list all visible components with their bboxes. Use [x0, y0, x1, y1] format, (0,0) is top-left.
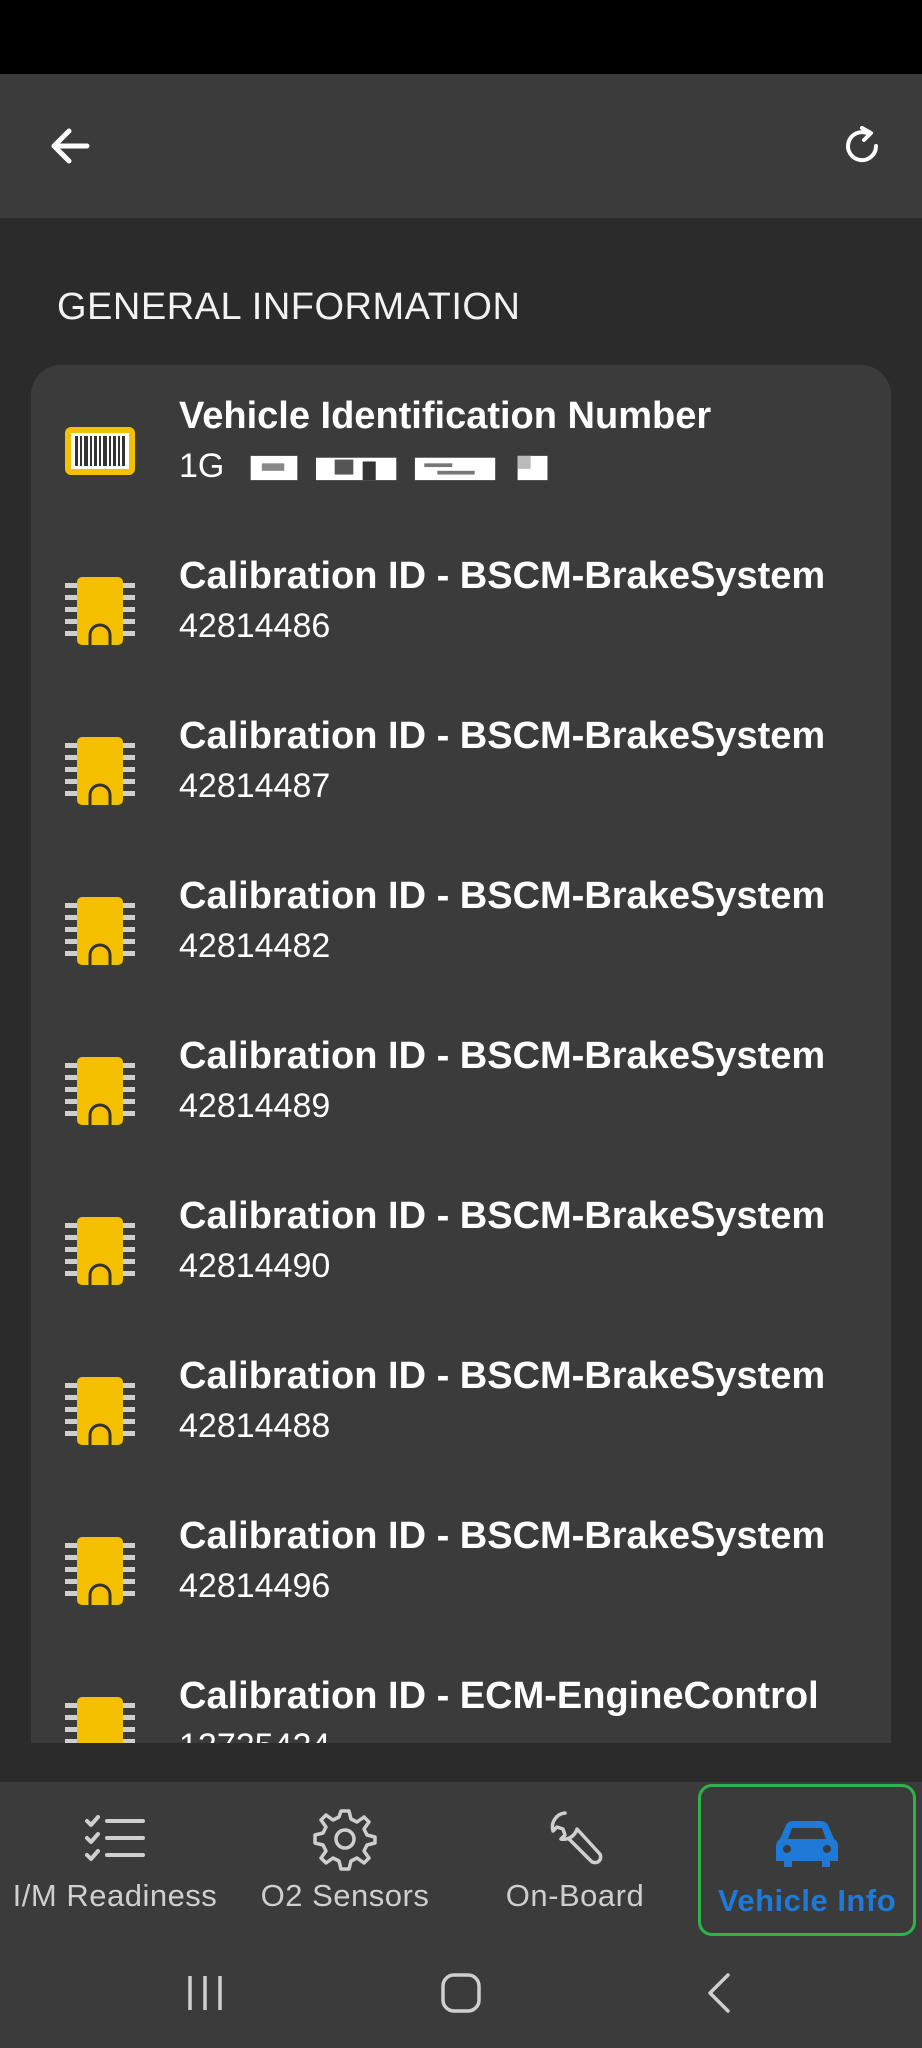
section-title: GENERAL INFORMATION: [57, 286, 521, 328]
item-value: 42814486: [179, 607, 331, 645]
item-value: 42814490: [179, 1247, 331, 1285]
chip-icon: [65, 1217, 135, 1285]
general-info-card: Vehicle Identification Number 1G Calibra…: [31, 365, 891, 1743]
item-value: 42814496: [179, 1567, 331, 1605]
chevron-left-icon: [708, 1973, 730, 2013]
arrow-back-icon: [51, 128, 90, 164]
barcode-icon: [65, 427, 135, 475]
nav-vehicle-info[interactable]: Vehicle Info: [698, 1784, 916, 1936]
item-title: Calibration ID - BSCM-BrakeSystem: [179, 715, 826, 757]
list-item-calibration[interactable]: Calibration ID - BSCM-BrakeSystem 428144…: [31, 1485, 891, 1645]
item-title: Calibration ID - BSCM-BrakeSystem: [179, 555, 826, 597]
home-button[interactable]: [421, 1958, 501, 2028]
item-title: Calibration ID - BSCM-BrakeSystem: [179, 875, 826, 917]
item-value: 42814488: [179, 1407, 331, 1445]
refresh-button[interactable]: [822, 106, 902, 186]
vin-title: Vehicle Identification Number: [179, 395, 712, 437]
nav-label: I/M Readiness: [12, 1878, 218, 1913]
system-back-button[interactable]: [680, 1958, 760, 2028]
gear-icon: [313, 1809, 377, 1871]
checklist-icon: [85, 1815, 145, 1861]
nav-im-readiness[interactable]: I/M Readiness: [0, 1782, 230, 1938]
item-title: Calibration ID - BSCM-BrakeSystem: [179, 1035, 826, 1077]
vin-redacted-block: [250, 455, 548, 481]
item-value: 42814482: [179, 927, 331, 965]
recent-apps-button[interactable]: [165, 1958, 245, 2028]
car-icon: [776, 1821, 838, 1867]
nav-label: Vehicle Info: [717, 1883, 897, 1918]
list-item-calibration[interactable]: Calibration ID - BSCM-BrakeSystem 428144…: [31, 1005, 891, 1165]
item-title: Calibration ID - BSCM-BrakeSystem: [179, 1515, 826, 1557]
refresh-icon: [846, 126, 879, 163]
chip-icon: [65, 737, 135, 805]
item-value: 42814487: [179, 767, 331, 805]
chip-icon: [65, 897, 135, 965]
item-value: 12725424: [179, 1727, 330, 1743]
recent-apps-icon: [188, 1976, 222, 2010]
vin-value: 1G: [179, 447, 560, 486]
chip-icon: [65, 1377, 135, 1445]
item-title: Calibration ID - BSCM-BrakeSystem: [179, 1355, 826, 1397]
list-item-calibration[interactable]: Calibration ID - BSCM-BrakeSystem 428144…: [31, 525, 891, 685]
status-bar: [0, 0, 922, 74]
bottom-nav: I/M Readiness O2 Sensors On-Board Vehicl…: [0, 1782, 922, 1938]
list-item-calibration[interactable]: Calibration ID - BSCM-BrakeSystem 428144…: [31, 1325, 891, 1485]
item-title: Calibration ID - BSCM-BrakeSystem: [179, 1195, 826, 1237]
system-nav-bar: [0, 1938, 922, 2048]
chip-icon: [65, 577, 135, 645]
list-item-calibration[interactable]: Calibration ID - BSCM-BrakeSystem 428144…: [31, 1165, 891, 1325]
app-bar: [0, 74, 922, 218]
nav-label: O2 Sensors: [260, 1878, 430, 1913]
item-value: 42814489: [179, 1087, 331, 1125]
wrench-icon: [550, 1811, 603, 1865]
nav-o2-sensors[interactable]: O2 Sensors: [230, 1782, 460, 1938]
back-button[interactable]: [30, 106, 110, 186]
vin-prefix: 1G: [179, 447, 225, 485]
list-item-vin[interactable]: Vehicle Identification Number 1G: [31, 365, 891, 525]
list-item-calibration[interactable]: Calibration ID - BSCM-BrakeSystem 428144…: [31, 685, 891, 845]
item-title: Calibration ID - ECM-EngineControl: [179, 1675, 819, 1717]
list-item-calibration[interactable]: Calibration ID - BSCM-BrakeSystem 428144…: [31, 845, 891, 1005]
nav-on-board[interactable]: On-Board: [460, 1782, 690, 1938]
home-icon: [441, 1973, 481, 2013]
list-item-calibration[interactable]: Calibration ID - ECM-EngineControl 12725…: [31, 1645, 891, 1743]
chip-icon: [65, 1057, 135, 1125]
chip-icon: [65, 1537, 135, 1605]
nav-label: On-Board: [505, 1878, 645, 1913]
chip-icon: [65, 1697, 135, 1743]
